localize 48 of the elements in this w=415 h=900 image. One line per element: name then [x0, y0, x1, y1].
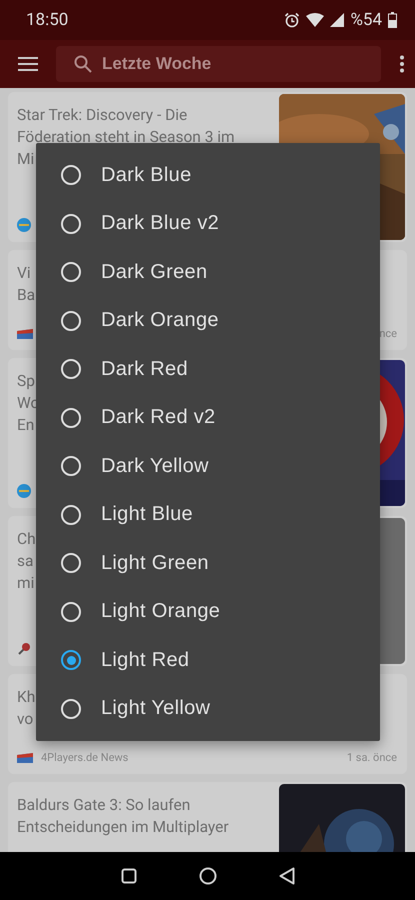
theme-option[interactable]: Dark Blue: [36, 151, 380, 200]
headline-text: Ba: [17, 285, 36, 306]
back-icon[interactable]: [278, 867, 294, 885]
publish-time: 1 sa. önce: [346, 751, 397, 764]
theme-option[interactable]: Dark Green: [36, 248, 380, 296]
flag-logo-icon: [17, 328, 33, 338]
headline-text: vo: [17, 709, 34, 730]
theme-option[interactable]: Dark Red v2: [36, 394, 380, 442]
battery-icon: [388, 12, 397, 28]
theme-option[interactable]: Light Green: [36, 539, 380, 588]
recents-icon[interactable]: [120, 868, 136, 884]
headline-text: sa: [17, 551, 34, 572]
headline-text: Kh: [17, 687, 36, 708]
menu-icon[interactable]: [18, 57, 38, 71]
wifi-icon: [306, 13, 324, 27]
more-options-icon[interactable]: [399, 55, 405, 73]
theme-option[interactable]: Dark Blue v2: [36, 200, 380, 248]
home-icon[interactable]: [198, 867, 216, 885]
round-logo-icon: [17, 484, 31, 498]
theme-option[interactable]: Dark Orange: [36, 296, 380, 345]
search-field[interactable]: Letzte Woche: [56, 46, 381, 82]
headline-text: Entscheidungen im Multiplayer: [17, 817, 229, 838]
pin-logo-icon: [17, 642, 31, 656]
alarm-icon: [284, 12, 300, 28]
clock-time: 18:50: [26, 10, 70, 30]
headline-text: Mi: [17, 149, 34, 170]
headline-text: mi: [17, 573, 34, 594]
headline-text: Sp: [17, 371, 35, 392]
headline-text: Baldurs Gate 3: So laufen: [17, 795, 190, 816]
flag-logo-icon: [17, 752, 33, 762]
headline-text: En: [17, 415, 34, 436]
theme-option[interactable]: Light Yellow: [36, 684, 380, 733]
theme-option[interactable]: Dark Yellow: [36, 442, 380, 490]
search-icon: [74, 55, 92, 73]
publish-time: nce: [379, 327, 397, 340]
theme-option[interactable]: Light Red: [36, 636, 380, 684]
headline-text: Star Trek: Discovery - Die: [17, 105, 188, 126]
headline-text: Föderation steht in Season 3 im: [17, 127, 235, 148]
headline-text: Vi: [17, 263, 31, 284]
theme-option[interactable]: Light Orange: [36, 588, 380, 636]
theme-option[interactable]: Dark Red: [36, 345, 380, 394]
signal-icon: [330, 13, 344, 27]
radio-button[interactable]: [61, 650, 81, 670]
theme-option[interactable]: Light Blue: [36, 490, 380, 539]
source-name: 4Players.de News: [41, 751, 128, 764]
round-logo-icon: [17, 218, 31, 232]
headline-text: Ch: [17, 529, 36, 550]
battery-percent: %54: [350, 10, 382, 30]
